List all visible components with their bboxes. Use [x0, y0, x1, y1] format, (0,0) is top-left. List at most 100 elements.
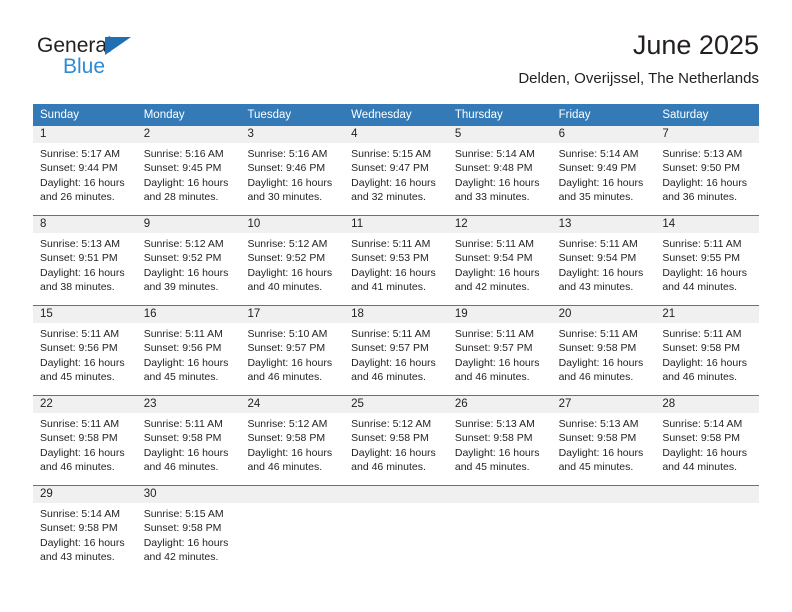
daylight-text: Daylight: 16 hours and 46 minutes. [454, 356, 540, 384]
sunset-text: Sunset: 9:57 PM [351, 342, 429, 355]
day-details: Sunrise: 5:13 AM Sunset: 9:51 PM Daylight:… [33, 233, 137, 295]
calendar-day-cell-empty [551, 486, 656, 575]
weekday-header-monday: Monday [143, 109, 185, 121]
sunset-text: Sunset: 9:55 PM [662, 252, 740, 265]
daylight-text: Daylight: 16 hours and 46 minutes. [143, 446, 229, 474]
calendar-day-cell[interactable]: 1 Sunrise: 5:17 AM Sunset: 9:44 PM Daylight… [33, 126, 137, 215]
calendar-day-cell[interactable]: 28 Sunrise: 5:14 AM Sunset: 9:58 PM Dayligh… [655, 396, 760, 485]
sunrise-text: Sunrise: 5:15 AM [143, 508, 224, 520]
sunset-text: Sunset: 9:58 PM [558, 432, 637, 445]
day-number: 28 [655, 396, 760, 413]
sunrise-text: Sunrise: 5:16 AM [247, 148, 328, 160]
calendar-day-cell[interactable]: 2 Sunrise: 5:16 AM Sunset: 9:45 PM Daylight… [136, 126, 241, 215]
sunset-text: Sunset: 9:58 PM [662, 342, 740, 355]
calendar-day-cell[interactable]: 24 Sunrise: 5:12 AM Sunset: 9:58 PM Dayligh… [240, 396, 345, 485]
day-number: 14 [655, 216, 760, 233]
sunset-text: Sunset: 9:45 PM [143, 162, 222, 175]
sunrise-text: Sunrise: 5:17 AM [40, 148, 120, 160]
general-blue-logo[interactable]: General Blue [37, 34, 167, 84]
calendar-day-cell[interactable]: 7 Sunrise: 5:13 AM Sunset: 9:50 PM Daylight… [655, 126, 760, 215]
sunrise-text: Sunrise: 5:14 AM [558, 148, 639, 160]
sunrise-text: Sunrise: 5:11 AM [351, 328, 431, 340]
calendar-day-cell[interactable]: 22 Sunrise: 5:11 AM Sunset: 9:58 PM Dayligh… [33, 396, 137, 485]
calendar-day-cell[interactable]: 4 Sunrise: 5:15 AM Sunset: 9:47 PM Daylight… [344, 126, 448, 215]
calendar-day-cell[interactable]: 13 Sunrise: 5:11 AM Sunset: 9:54 PM Dayligh… [551, 216, 656, 305]
calendar-day-cell[interactable]: 6 Sunrise: 5:14 AM Sunset: 9:49 PM Daylight… [551, 126, 656, 215]
day-number: 3 [240, 126, 345, 143]
calendar-day-cell[interactable]: 5 Sunrise: 5:14 AM Sunset: 9:48 PM Daylight… [447, 126, 552, 215]
calendar-grid: Sunday Monday Tuesday Wednesday Thursday… [33, 104, 760, 575]
calendar-day-cell[interactable]: 20 Sunrise: 5:11 AM Sunset: 9:58 PM Dayligh… [551, 306, 656, 395]
day-number: 30 [136, 486, 241, 503]
sunrise-text: Sunrise: 5:13 AM [558, 418, 639, 430]
sunrise-text: Sunrise: 5:13 AM [662, 148, 743, 160]
sunset-text: Sunset: 9:58 PM [454, 432, 533, 445]
calendar-day-cell[interactable]: 3 Sunrise: 5:16 AM Sunset: 9:46 PM Daylight… [240, 126, 345, 215]
calendar-day-cell[interactable]: 17 Sunrise: 5:10 AM Sunset: 9:57 PM Dayligh… [240, 306, 345, 395]
day-details: Sunrise: 5:15 AM Sunset: 9:47 PM Daylight:… [344, 143, 448, 205]
day-details: Sunrise: 5:11 AM Sunset: 9:54 PM Daylight:… [552, 233, 656, 295]
calendar-day-cell[interactable]: 11 Sunrise: 5:11 AM Sunset: 9:53 PM Dayligh… [344, 216, 448, 305]
daylight-text: Daylight: 16 hours and 43 minutes. [558, 266, 644, 294]
daylight-text: Daylight: 16 hours and 45 minutes. [143, 356, 229, 384]
daylight-text: Daylight: 16 hours and 46 minutes. [247, 356, 333, 384]
sunrise-text: Sunrise: 5:11 AM [143, 328, 223, 340]
page-header: General Blue June 2025 Delden, Overijsse… [33, 28, 759, 98]
calendar-day-cell[interactable]: 12 Sunrise: 5:11 AM Sunset: 9:54 PM Dayligh… [447, 216, 552, 305]
calendar-day-cell-empty [240, 486, 345, 575]
day-number: 27 [551, 396, 656, 413]
daylight-text: Daylight: 16 hours and 30 minutes. [247, 176, 333, 204]
day-number: 26 [447, 396, 552, 413]
day-details: Sunrise: 5:15 AM Sunset: 9:58 PM Daylight:… [137, 503, 241, 565]
day-details: Sunrise: 5:11 AM Sunset: 9:57 PM Daylight:… [448, 323, 552, 385]
day-details: Sunrise: 5:11 AM Sunset: 9:58 PM Daylight:… [655, 323, 759, 385]
calendar-day-cell[interactable]: 29 Sunrise: 5:14 AM Sunset: 9:58 PM Dayligh… [33, 486, 137, 575]
day-details: Sunrise: 5:14 AM Sunset: 9:58 PM Daylight:… [655, 413, 759, 475]
sunset-text: Sunset: 9:49 PM [558, 162, 637, 175]
calendar-day-cell-empty [447, 486, 552, 575]
calendar-day-cell[interactable]: 19 Sunrise: 5:11 AM Sunset: 9:57 PM Dayligh… [447, 306, 552, 395]
calendar-day-cell[interactable]: 25 Sunrise: 5:12 AM Sunset: 9:58 PM Dayligh… [344, 396, 448, 485]
calendar-day-cell[interactable]: 8 Sunrise: 5:13 AM Sunset: 9:51 PM Daylight… [33, 216, 137, 305]
calendar-day-cell[interactable]: 27 Sunrise: 5:13 AM Sunset: 9:58 PM Dayligh… [551, 396, 656, 485]
day-number: 7 [655, 126, 760, 143]
calendar-day-cell[interactable]: 23 Sunrise: 5:11 AM Sunset: 9:58 PM Dayligh… [136, 396, 241, 485]
day-number: 16 [136, 306, 241, 323]
calendar-day-cell[interactable]: 9 Sunrise: 5:12 AM Sunset: 9:52 PM Daylight… [136, 216, 241, 305]
sunrise-text: Sunrise: 5:11 AM [558, 328, 638, 340]
daylight-text: Daylight: 16 hours and 46 minutes. [247, 446, 333, 474]
day-number: 4 [344, 126, 448, 143]
calendar-day-cell[interactable]: 21 Sunrise: 5:11 AM Sunset: 9:58 PM Dayligh… [655, 306, 760, 395]
daylight-text: Daylight: 16 hours and 46 minutes. [40, 446, 125, 474]
sunrise-text: Sunrise: 5:14 AM [662, 418, 743, 430]
sunset-text: Sunset: 9:58 PM [662, 432, 740, 445]
calendar-day-cell[interactable]: 26 Sunrise: 5:13 AM Sunset: 9:58 PM Dayligh… [447, 396, 552, 485]
sunrise-text: Sunrise: 5:12 AM [143, 238, 224, 250]
day-details: Sunrise: 5:12 AM Sunset: 9:58 PM Daylight:… [240, 413, 344, 475]
calendar-day-cell[interactable]: 18 Sunrise: 5:11 AM Sunset: 9:57 PM Dayligh… [344, 306, 448, 395]
calendar-week-row: 15 Sunrise: 5:11 AM Sunset: 9:56 PM Dayligh… [33, 305, 760, 395]
day-number: 23 [136, 396, 241, 413]
daylight-text: Daylight: 16 hours and 45 minutes. [40, 356, 125, 384]
calendar-day-cell[interactable]: 15 Sunrise: 5:11 AM Sunset: 9:56 PM Dayligh… [33, 306, 137, 395]
daylight-text: Daylight: 16 hours and 36 minutes. [662, 176, 747, 204]
daylight-text: Daylight: 16 hours and 26 minutes. [40, 176, 125, 204]
sunset-text: Sunset: 9:57 PM [247, 342, 326, 355]
calendar-day-cell[interactable]: 10 Sunrise: 5:12 AM Sunset: 9:52 PM Dayligh… [240, 216, 345, 305]
sunrise-text: Sunrise: 5:14 AM [454, 148, 535, 160]
daylight-text: Daylight: 16 hours and 40 minutes. [247, 266, 333, 294]
calendar-day-cell[interactable]: 30 Sunrise: 5:15 AM Sunset: 9:58 PM Dayligh… [136, 486, 241, 575]
day-number: 8 [33, 216, 137, 233]
daylight-text: Daylight: 16 hours and 39 minutes. [143, 266, 229, 294]
calendar-week-row: 1 Sunrise: 5:17 AM Sunset: 9:44 PM Daylight… [33, 126, 760, 215]
sunset-text: Sunset: 9:48 PM [454, 162, 533, 175]
weekday-header-sunday: Sunday [40, 109, 80, 121]
calendar-day-cell[interactable]: 14 Sunrise: 5:11 AM Sunset: 9:55 PM Dayligh… [655, 216, 760, 305]
calendar-day-cell[interactable]: 16 Sunrise: 5:11 AM Sunset: 9:56 PM Dayligh… [136, 306, 241, 395]
day-details: Sunrise: 5:14 AM Sunset: 9:48 PM Daylight:… [448, 143, 552, 205]
sunset-text: Sunset: 9:52 PM [247, 252, 326, 265]
page-title: June 2025 [632, 30, 759, 60]
sunset-text: Sunset: 9:57 PM [454, 342, 533, 355]
day-details: Sunrise: 5:11 AM Sunset: 9:58 PM Daylight:… [137, 413, 241, 475]
sunset-text: Sunset: 9:58 PM [558, 342, 637, 355]
